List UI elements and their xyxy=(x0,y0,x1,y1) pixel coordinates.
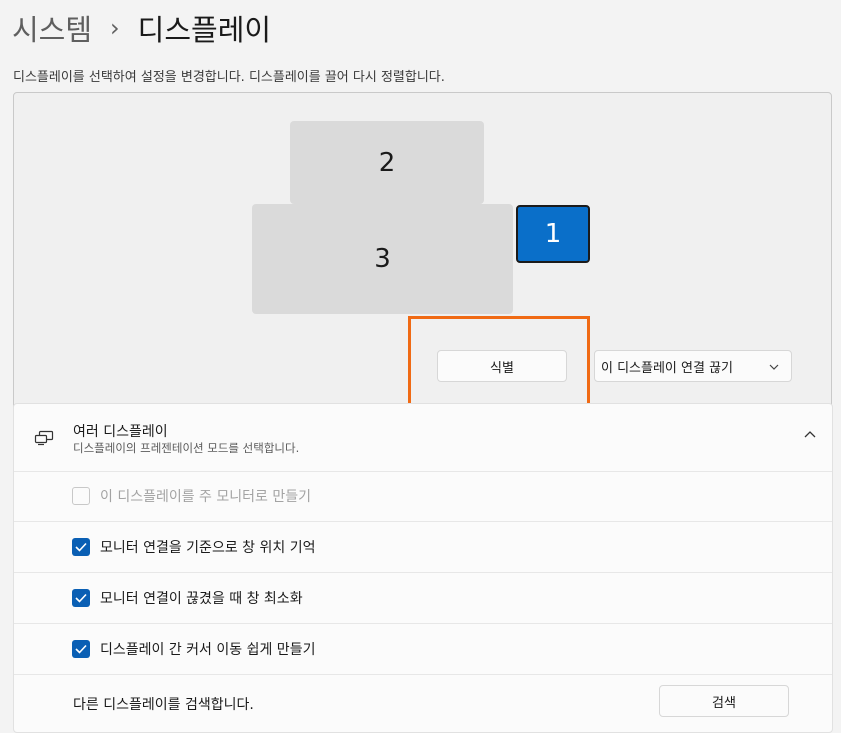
divider xyxy=(14,471,832,472)
chevron-up-icon[interactable] xyxy=(804,426,816,442)
divider xyxy=(14,572,832,573)
multiple-displays-icon xyxy=(34,430,54,446)
option-label: 이 디스플레이를 주 모니터로 만들기 xyxy=(100,489,311,505)
option-ease-cursor-movement[interactable]: 디스플레이 간 커서 이동 쉽게 만들기 xyxy=(72,639,315,659)
checkbox-make-main-display[interactable] xyxy=(72,487,90,505)
disconnect-label: 이 디스플레이 연결 끊기 xyxy=(601,360,733,376)
option-make-main-display: 이 디스플레이를 주 모니터로 만들기 xyxy=(72,486,311,506)
multiple-displays-title: 여러 디스플레이 xyxy=(73,424,168,440)
chevron-down-icon xyxy=(769,360,779,373)
monitor-1-selected[interactable]: 1 xyxy=(516,205,590,263)
option-minimize-windows-on-disconnect[interactable]: 모니터 연결이 끊겼을 때 창 최소화 xyxy=(72,588,303,608)
monitor-3[interactable]: 3 xyxy=(252,204,513,314)
chevron-right-icon: › xyxy=(110,14,120,42)
option-label: 모니터 연결을 기준으로 창 위치 기억 xyxy=(100,540,316,556)
breadcrumb: 시스템 › 디스플레이 xyxy=(12,8,271,48)
disconnect-display-dropdown[interactable]: 이 디스플레이 연결 끊기 xyxy=(594,350,792,382)
page-description: 디스플레이를 선택하여 설정을 변경합니다. 디스플레이를 끌어 다시 정렬합니… xyxy=(13,70,445,85)
checkbox-remember-window-locations[interactable] xyxy=(72,538,90,556)
multiple-displays-panel: 여러 디스플레이 디스플레이의 프레젠테이션 모드를 선택합니다. 이 디스플레… xyxy=(13,403,833,733)
display-arrangement-area: 2 3 1 식별 이 디스플레이 연결 끊기 xyxy=(13,92,832,426)
divider xyxy=(14,623,832,624)
divider xyxy=(14,674,832,675)
identify-button[interactable]: 식별 xyxy=(437,350,567,382)
divider xyxy=(14,521,832,522)
multiple-displays-subtitle: 디스플레이의 프레젠테이션 모드를 선택합니다. xyxy=(73,441,300,455)
checkbox-ease-cursor-movement[interactable] xyxy=(72,640,90,658)
monitor-2[interactable]: 2 xyxy=(290,121,484,204)
checkbox-minimize-windows-on-disconnect[interactable] xyxy=(72,589,90,607)
breadcrumb-parent-system[interactable]: 시스템 xyxy=(12,7,92,49)
multiple-displays-header[interactable]: 여러 디스플레이 디스플레이의 프레젠테이션 모드를 선택합니다. xyxy=(14,404,832,471)
option-remember-window-locations[interactable]: 모니터 연결을 기준으로 창 위치 기억 xyxy=(72,537,315,557)
option-label: 모니터 연결이 끊겼을 때 창 최소화 xyxy=(100,591,303,607)
page-title: 디스플레이 xyxy=(137,13,272,47)
option-label: 디스플레이 간 커서 이동 쉽게 만들기 xyxy=(100,642,316,658)
detect-displays-label: 다른 디스플레이를 검색합니다. xyxy=(73,697,254,713)
detect-button[interactable]: 검색 xyxy=(659,685,789,717)
